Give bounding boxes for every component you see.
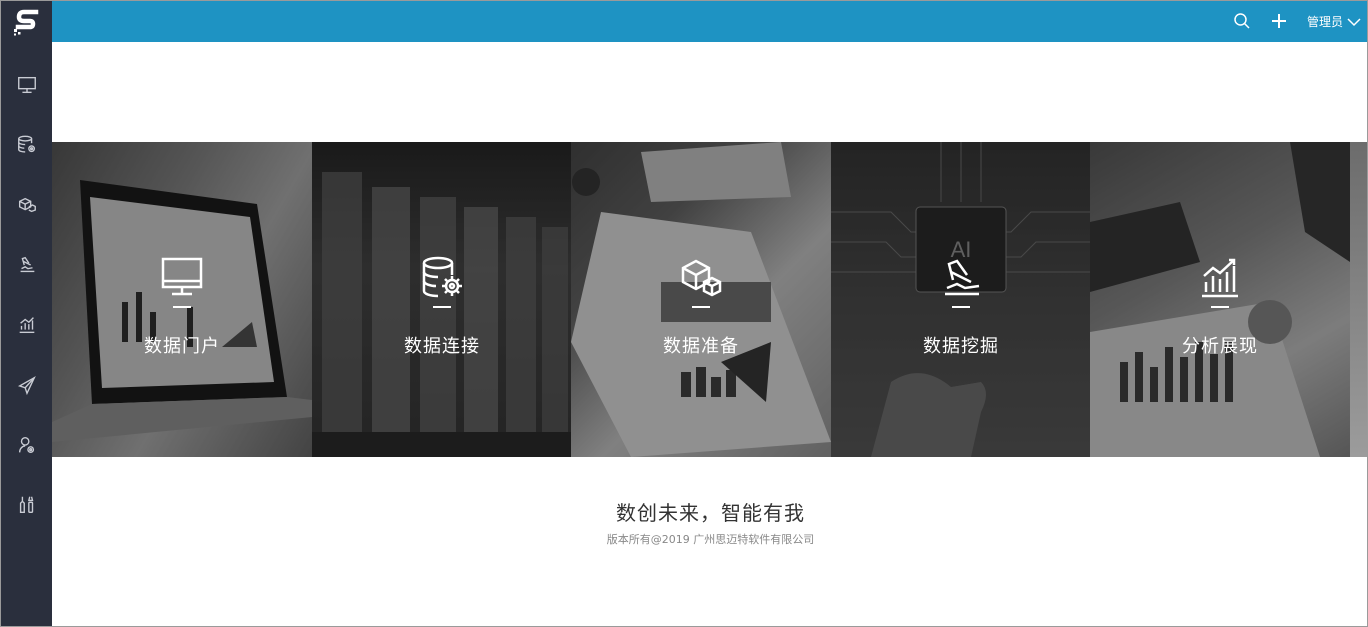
user-name: 管理员: [1306, 15, 1343, 29]
user-gear-icon: [18, 436, 34, 454]
bar-chart-icon: [19, 317, 34, 334]
tile-content: 数据连接: [312, 254, 572, 358]
send-icon: [17, 376, 36, 396]
tile-background: [1350, 142, 1367, 457]
tile-underline: [433, 306, 451, 308]
search-icon[interactable]: [1232, 11, 1252, 31]
sidebar-item-tools[interactable]: [1, 485, 52, 525]
tools-icon: [19, 496, 33, 514]
logo-icon: [13, 9, 38, 35]
slogan: 数创未来，智能有我: [616, 501, 805, 525]
monitor-icon: [17, 76, 36, 94]
tile-content: 数据门户: [52, 254, 312, 358]
copyright: 版本所有@2019 广州思迈特软件有限公司: [606, 533, 815, 546]
database-gear-icon: [17, 135, 35, 153]
user-menu[interactable]: 管理员: [1307, 1, 1361, 42]
tile-data-connection[interactable]: 数据连接: [312, 142, 572, 457]
tile-label: 数据连接: [404, 336, 480, 357]
cubes-icon: [681, 259, 722, 297]
tile-underline: [173, 306, 191, 308]
module-tiles: 数据门户 数据连接 数据准备 AI 数据挖掘 分析展现: [52, 142, 1367, 457]
sidebar-item-analysis[interactable]: [1, 305, 52, 345]
tile-next-partial[interactable]: [1350, 142, 1367, 457]
tile-label: 分析展现: [1182, 336, 1258, 357]
monitor-icon: [161, 257, 203, 296]
database-gear-icon: [422, 256, 462, 298]
sidebar-item-system[interactable]: [1, 425, 52, 465]
bar-chart-icon: [1202, 258, 1238, 298]
tile-underline: [1211, 306, 1229, 308]
tile-label: 数据门户: [144, 336, 220, 357]
sidebar-item-portal[interactable]: [1, 65, 52, 105]
tile-data-mining[interactable]: AI 数据挖掘: [831, 142, 1091, 457]
sidebar: [1, 1, 52, 626]
sidebar-item-preparation[interactable]: [1, 185, 52, 225]
tile-analysis-presentation[interactable]: 分析展现: [1090, 142, 1350, 457]
sidebar-item-mining[interactable]: [1, 245, 52, 285]
tile-label: 数据准备: [663, 336, 739, 357]
top-bar: 管理员: [52, 1, 1367, 42]
sidebar-item-publish[interactable]: [1, 365, 52, 405]
app-window: 管理员 数据门户 数据连接 数据准备 AI 数据挖掘 分析展现 数创未来，智能有…: [0, 0, 1368, 627]
tile-underline: [692, 306, 710, 308]
mining-icon: [945, 259, 980, 296]
chevron-down-icon: [1347, 17, 1361, 26]
tile-underline: [952, 306, 970, 308]
tile-data-portal[interactable]: 数据门户: [52, 142, 312, 457]
cubes-icon: [18, 197, 36, 213]
app-logo[interactable]: [1, 1, 52, 42]
tile-content: 数据准备: [571, 254, 831, 358]
mining-icon: [20, 256, 34, 273]
tile-data-preparation[interactable]: 数据准备: [571, 142, 831, 457]
add-icon[interactable]: [1269, 11, 1289, 31]
sidebar-item-connection[interactable]: [1, 125, 52, 165]
tile-content: 分析展现: [1090, 254, 1350, 358]
tile-label: 数据挖掘: [923, 336, 999, 357]
tile-content: 数据挖掘: [831, 254, 1091, 358]
